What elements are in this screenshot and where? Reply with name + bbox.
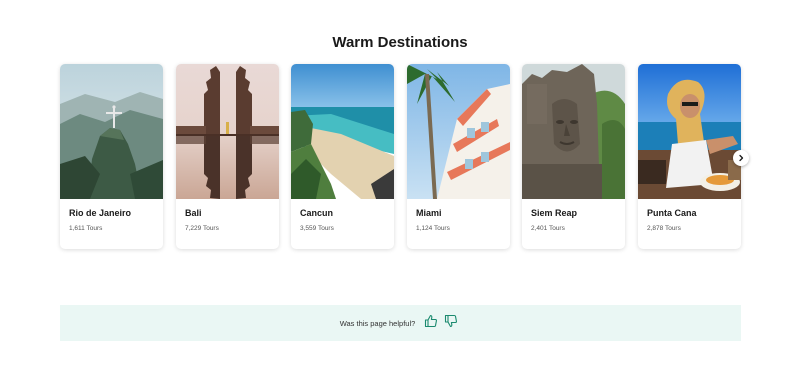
destination-tour-count: 2,878 Tours <box>647 225 681 232</box>
thumbs-down-icon <box>444 314 458 333</box>
destination-image <box>407 64 510 199</box>
destination-image <box>291 64 394 199</box>
destination-card-punta-cana[interactable]: Punta Cana 2,878 Tours <box>638 64 741 249</box>
destination-image <box>176 64 279 199</box>
destination-card-rio-de-janeiro[interactable]: Rio de Janeiro 1,611 Tours <box>60 64 163 249</box>
carousel-next-button[interactable] <box>733 150 749 166</box>
page: Warm Destinations Rio de Janeiro 1,611 T… <box>0 0 800 366</box>
destination-tour-count: 3,559 Tours <box>300 225 334 232</box>
destination-card-miami[interactable]: Miami 1,124 Tours <box>407 64 510 249</box>
destination-name: Punta Cana <box>647 208 697 218</box>
destination-image <box>638 64 741 199</box>
destination-card-siem-reap[interactable]: Siem Reap 2,401 Tours <box>522 64 625 249</box>
destination-name: Cancun <box>300 208 334 218</box>
destination-image <box>522 64 625 199</box>
destination-name: Bali <box>185 208 202 218</box>
thumbs-down-button[interactable] <box>443 314 459 333</box>
destination-card-cancun[interactable]: Cancun 3,559 Tours <box>291 64 394 249</box>
thumbs-up-icon <box>424 314 438 333</box>
destination-card-bali[interactable]: Bali 7,229 Tours <box>176 64 279 249</box>
thumbs-up-button[interactable] <box>423 314 439 333</box>
destination-image <box>60 64 163 199</box>
destination-tour-count: 7,229 Tours <box>185 225 219 232</box>
destination-carousel: Rio de Janeiro 1,611 Tours Bali 7,229 To… <box>60 64 742 250</box>
section-title: Warm Destinations <box>332 34 468 51</box>
destination-tour-count: 1,611 Tours <box>69 225 103 232</box>
destination-name: Siem Reap <box>531 208 578 218</box>
destination-tour-count: 2,401 Tours <box>531 225 565 232</box>
destination-name: Rio de Janeiro <box>69 208 132 218</box>
destination-tour-count: 1,124 Tours <box>416 225 450 232</box>
feedback-question: Was this page helpful? <box>339 318 416 328</box>
chevron-right-icon <box>737 149 745 167</box>
feedback-bar: Was this page helpful? <box>60 305 741 341</box>
destination-name: Miami <box>416 208 442 218</box>
